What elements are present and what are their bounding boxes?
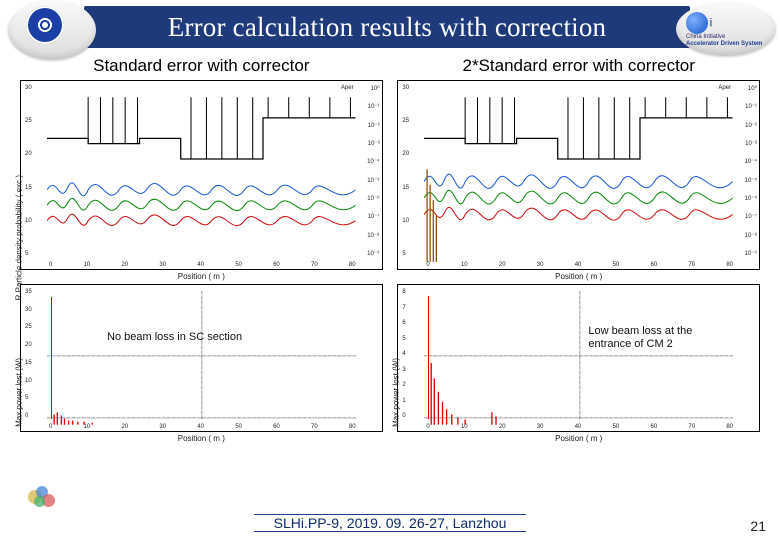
- yticks-left-mm: 510 1520 2530: [25, 85, 32, 257]
- xticks-bot: 010 2030 4050 6070 80: [49, 424, 356, 430]
- slide-footer: SLHi.PP-9, 2019. 09. 26-27, Lanzhou: [0, 514, 780, 532]
- chart-right-bottom: Max power lost (W) 01 23 45 67 8: [397, 284, 760, 432]
- yaxis-right-bot: Max power lost (W): [392, 358, 401, 427]
- xaxis-label-left-top: Position ( m ): [178, 272, 225, 281]
- ciads-logo-icon: i China Initiative Accelerator Driven Sy…: [676, 2, 776, 56]
- slide-body: Standard error with corrector R Particle…: [20, 54, 760, 500]
- right-column-title: 2*Standard error with corrector: [397, 56, 760, 76]
- institute-seal-icon: [8, 0, 96, 60]
- chart-left-top: R Particle density probability ( exc ) 5…: [20, 80, 383, 270]
- slide-title-bar: Error calculation results with correctio…: [84, 6, 690, 48]
- brand-line2: Accelerator Driven System: [686, 41, 762, 47]
- xticks-bot-r: 010 2030 4050 6070 80: [426, 424, 733, 430]
- xaxis-label-left-bot: Position ( m ): [178, 434, 225, 443]
- left-annotation: No beam loss in SC section: [107, 331, 242, 344]
- chart-left-bottom: Max power lost (W) 05 1015 2025 3035: [20, 284, 383, 432]
- xaxis-label-right-top: Position ( m ): [555, 272, 602, 281]
- yaxis-left-bot: Max power lost (W): [15, 358, 24, 427]
- xaxis-label-right-bot: Position ( m ): [555, 434, 602, 443]
- xticks-top-r: 010 2030 4050 6070 80: [426, 262, 733, 268]
- decorative-splat-icon: [28, 486, 62, 508]
- left-column: Standard error with corrector R Particle…: [20, 54, 383, 432]
- brand-line1: China Initiative: [686, 34, 725, 40]
- yticks-right-log2: 10⁻⁹10⁻⁸ 10⁻⁷10⁻⁶ 10⁻⁵10⁻⁴ 10⁻³10⁻² 10⁻¹…: [745, 85, 757, 257]
- footer-text: SLHi.PP-9, 2019. 09. 26-27, Lanzhou: [254, 514, 527, 532]
- loss-bars-left-icon: [47, 291, 356, 425]
- slide-number: 21: [750, 518, 766, 534]
- yaxis-left: R Particle density probability ( exc ): [15, 175, 24, 300]
- xticks-top: 010 2030 4050 6070 80: [49, 262, 356, 268]
- yticks-left-bot: 05 1015 2025 3035: [25, 289, 32, 419]
- right-annotation: Low beam loss at the entrance of CM 2: [588, 325, 692, 350]
- aperture-line-right-icon: [424, 87, 733, 262]
- yticks-right-bot: 01 23 45 67 8: [402, 289, 405, 419]
- loss-bars-right-icon: [424, 291, 733, 425]
- slide-title: Error calculation results with correctio…: [168, 12, 607, 43]
- yticks-right-log: 10⁻⁹10⁻⁸ 10⁻⁷10⁻⁶ 10⁻⁵10⁻⁴ 10⁻³10⁻² 10⁻¹…: [367, 85, 379, 257]
- right-column: 2*Standard error with corrector 510 1520…: [397, 54, 760, 432]
- yticks-right-mm: 510 1520 2530: [402, 85, 409, 257]
- aperture-line-icon: [47, 87, 356, 262]
- chart-right-top: 510 1520 2530 10⁻⁹10⁻⁸ 10⁻⁷10⁻⁶ 10⁻⁵10⁻⁴…: [397, 80, 760, 270]
